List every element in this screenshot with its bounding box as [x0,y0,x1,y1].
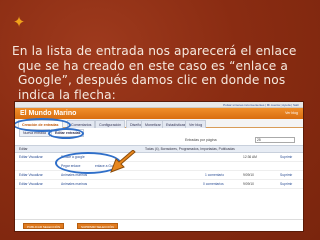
highlight-ring-subtab [48,128,84,139]
row-edit-view[interactable]: Editar Visualizar [19,153,43,162]
label-actions-button[interactable]: Editar [19,146,28,153]
publish-selected-button[interactable]: PUBLICAR SELECCIÓN [23,223,65,229]
blog-name[interactable]: El Mundo Marino [20,109,76,118]
caption: En la lista de entrada nos aparecerá el … [12,44,312,102]
row-date: 12:36 AM [243,155,257,159]
row-comments[interactable]: 0 comentarios [203,180,224,189]
per-page-label: Entradas por página [185,138,217,142]
row-edit-view[interactable]: Editar Visualizar [19,171,43,180]
row-delete[interactable]: Suprimir [280,153,292,162]
post-filter-links[interactable]: Todas (4), Borradores, Programados, Impo… [145,146,235,153]
per-page-select[interactable]: 25 [255,137,295,143]
row-date: 9/09/10 [243,173,254,177]
row-title[interactable]: Animales marinos [61,180,87,189]
caption-text: En la lista de entrada nos aparecerá el … [12,44,297,102]
bulk-actions-bar: PUBLICAR SELECCIÓN SUPRIMIR SELECCIÓN [15,219,303,231]
row-edit-view[interactable]: Editar Visualizar [19,180,43,189]
view-blog-link[interactable]: Ver blog [285,110,298,117]
row-comments[interactable]: 1 comentario [205,171,224,180]
tab-comments[interactable]: Comentarios [67,120,96,128]
star-bullet-icon: ✦ [12,14,26,31]
delete-selected-button[interactable]: SUPRIMIR SELECCIÓN [77,223,118,229]
table-row: Editar Visualizar Animales marinos 0 com… [15,180,303,189]
row-date: 9/09/10 [243,182,254,186]
blogger-screenshot: Pulsar si tienes inconvenientes | Mi cue… [14,101,304,232]
tab-view-blog[interactable]: Ver blog [185,120,207,128]
row-delete[interactable]: Suprimir [280,180,292,189]
pointer-arrow-icon [110,150,136,173]
blog-header: El Mundo Marino Ver blog [15,108,303,119]
row-delete[interactable]: Suprimir [280,171,292,180]
table-row: Editar Visualizar Animales marinos 1 com… [15,171,303,180]
tab-settings[interactable]: Configuración [95,120,126,128]
posts-toolbar: Editar Todas (4), Borradores, Programado… [15,145,303,153]
